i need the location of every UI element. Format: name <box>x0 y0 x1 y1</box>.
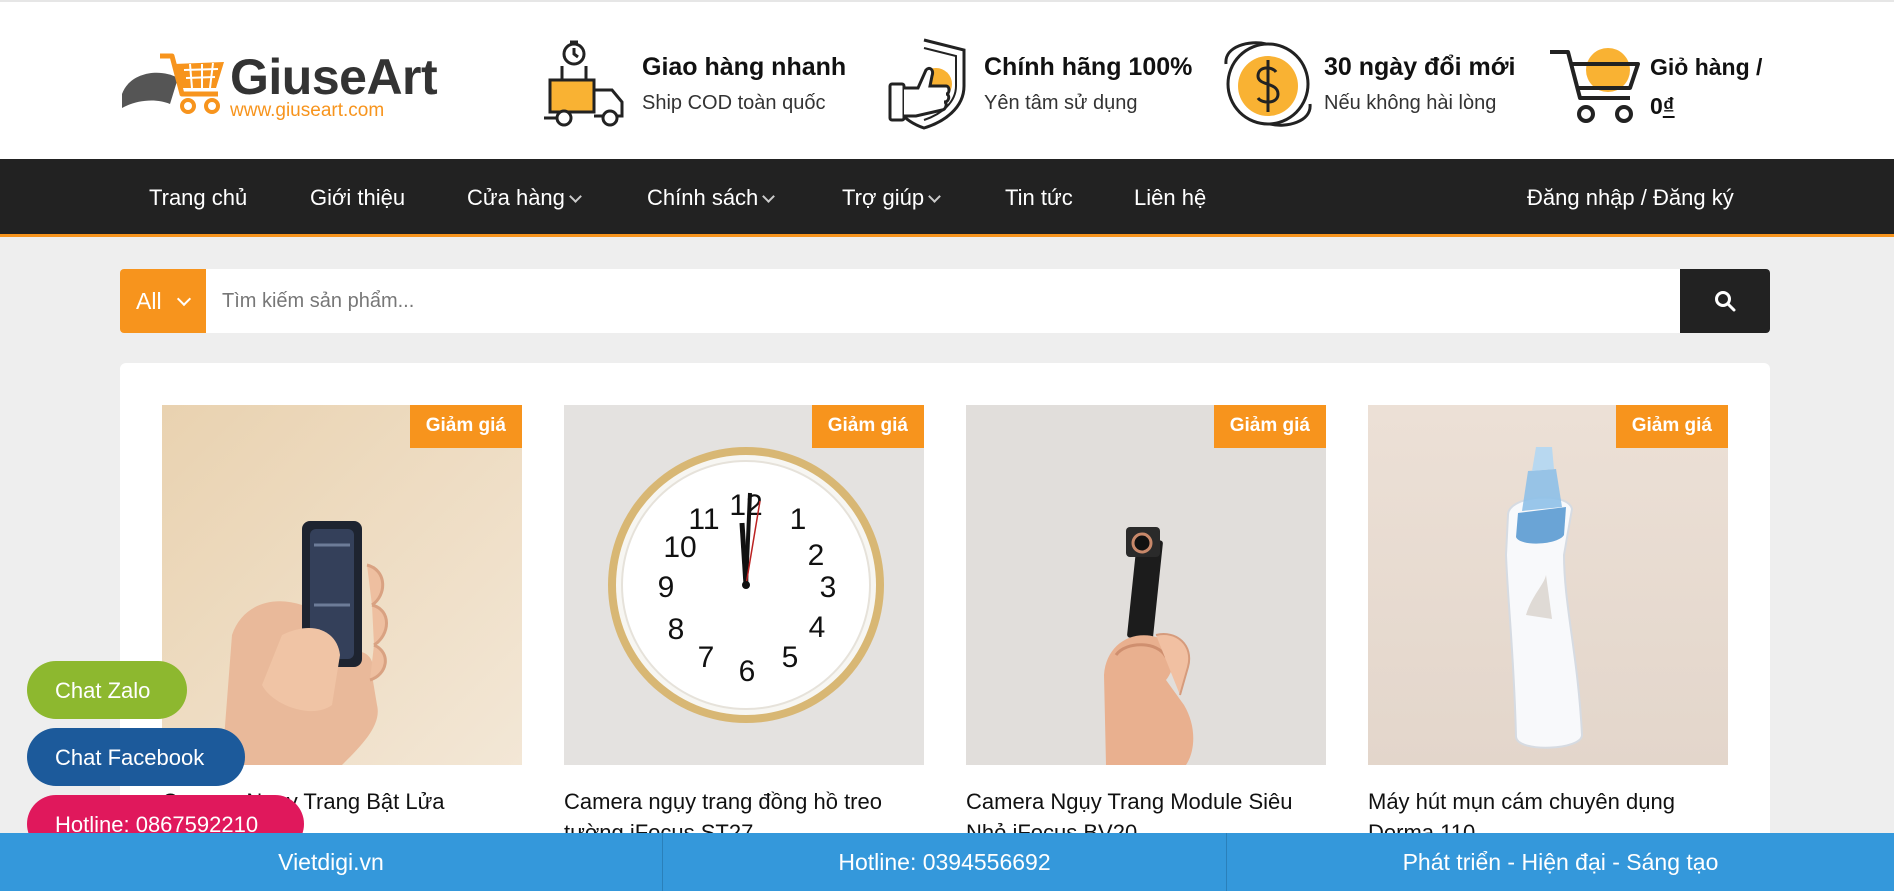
nav-item-news[interactable]: Tin tức <box>1005 185 1073 211</box>
svg-text:3: 3 <box>820 571 837 604</box>
svg-text:1: 1 <box>790 503 807 536</box>
nav-item-policy[interactable]: Chính sách <box>647 185 776 211</box>
svg-text:11: 11 <box>688 503 719 536</box>
cart-amount: 0 <box>1650 93 1663 119</box>
bottom-hotline-link[interactable]: Hotline: 0394556692 <box>663 833 1226 891</box>
site-logo[interactable]: GiuseArt www.giuseart.com <box>120 42 450 124</box>
feature-title: Giao hàng nhanh <box>642 53 847 81</box>
search-icon <box>1715 291 1736 312</box>
svg-text:4: 4 <box>809 611 826 644</box>
feature-subtitle: Yên tâm sử dụng <box>984 92 1138 114</box>
cart-currency: ₫ <box>1662 93 1675 119</box>
search-category-value: All <box>136 288 162 314</box>
thumbs-up-shield-icon <box>888 38 966 130</box>
chevron-down-icon <box>928 190 941 203</box>
logo-cart-icon <box>122 53 224 114</box>
search-input[interactable] <box>206 269 1600 333</box>
cart-link[interactable]: Giỏ hàng / 0₫ <box>1650 48 1790 126</box>
logo-wordmark: GiuseArt <box>230 49 438 105</box>
main-nav: Trang chủ Giới thiệu Cửa hàng Chính sách… <box>0 159 1894 237</box>
nav-item-home[interactable]: Trang chủ <box>149 185 247 211</box>
site-header: GiuseArt www.giuseart.com Giao hàng nhan… <box>0 0 1894 159</box>
nav-item-about[interactable]: Giới thiệu <box>310 185 405 211</box>
bottom-bar: Vietdigi.vn Hotline: 0394556692 Phát tri… <box>0 833 1894 891</box>
logo-url: www.giuseart.com <box>230 100 385 121</box>
sale-badge: Giảm giá <box>1213 405 1326 448</box>
nav-item-label: Chính sách <box>647 185 759 210</box>
dollar-exchange-icon <box>1224 41 1312 127</box>
feature-title: 30 ngày đổi mới <box>1324 53 1516 81</box>
nav-item-label: Liên hệ <box>1134 185 1207 210</box>
product-grid: Giảm giá Camera Ngụy Trang Bật Lửa 12 1 … <box>120 363 1770 891</box>
product-image[interactable]: 12 1 2 3 4 5 6 7 8 9 10 11 <box>564 405 924 765</box>
product-image[interactable] <box>1368 405 1728 765</box>
feature-subtitle: Nếu không hài lòng <box>1324 92 1497 114</box>
delivery-truck-icon <box>544 40 624 127</box>
sale-badge: Giảm giá <box>811 405 924 448</box>
nav-item-label: Trang chủ <box>149 185 248 210</box>
nav-item-label: Tin tức <box>1005 185 1073 210</box>
sale-badge: Giảm giá <box>409 405 522 448</box>
sale-badge: Giảm giá <box>1615 405 1728 448</box>
nav-item-help[interactable]: Trợ giúp <box>842 185 941 211</box>
svg-text:6: 6 <box>739 655 756 688</box>
chat-zalo-button[interactable]: Chat Zalo <box>27 661 187 719</box>
nav-item-label: Cửa hàng <box>467 185 565 210</box>
chevron-down-icon <box>176 291 192 307</box>
bottom-slogan[interactable]: Phát triển - Hiện đại - Sáng tạo <box>1227 833 1894 891</box>
svg-text:2: 2 <box>808 539 825 572</box>
login-register-link[interactable]: Đăng nhập / Đăng ký <box>1527 185 1734 211</box>
svg-text:8: 8 <box>668 613 685 646</box>
nav-item-label: Giới thiệu <box>310 185 406 210</box>
nav-item-shop[interactable]: Cửa hàng <box>467 185 582 211</box>
chevron-down-icon <box>569 190 582 203</box>
chevron-down-icon <box>762 190 776 203</box>
feature-subtitle: Ship COD toàn quốc <box>642 92 826 114</box>
feature-fast-delivery: Giao hàng nhanh Ship COD toàn quốc <box>540 36 860 136</box>
svg-text:9: 9 <box>658 571 675 604</box>
cart-label: Giỏ hàng / <box>1650 54 1763 80</box>
feature-30-day-exchange: 30 ngày đổi mới Nếu không hài lòng <box>1220 36 1540 136</box>
product-image[interactable] <box>966 405 1326 765</box>
nav-item-contact[interactable]: Liên hệ <box>1134 185 1206 211</box>
svg-text:7: 7 <box>698 641 715 674</box>
shopping-cart-icon[interactable] <box>1546 42 1646 126</box>
search-category-select[interactable]: All <box>120 269 206 333</box>
search-button[interactable] <box>1680 269 1770 333</box>
feature-title: Chính hãng 100% <box>984 53 1193 81</box>
feature-authentic: Chính hãng 100% Yên tâm sử dụng <box>884 36 1204 136</box>
product-image[interactable] <box>162 405 522 765</box>
nav-item-label: Trợ giúp <box>842 185 925 210</box>
bottom-site-link[interactable]: Vietdigi.vn <box>0 833 662 891</box>
product-search: All <box>120 269 1770 333</box>
svg-text:5: 5 <box>782 641 799 674</box>
chat-facebook-button[interactable]: Chat Facebook <box>27 728 245 786</box>
